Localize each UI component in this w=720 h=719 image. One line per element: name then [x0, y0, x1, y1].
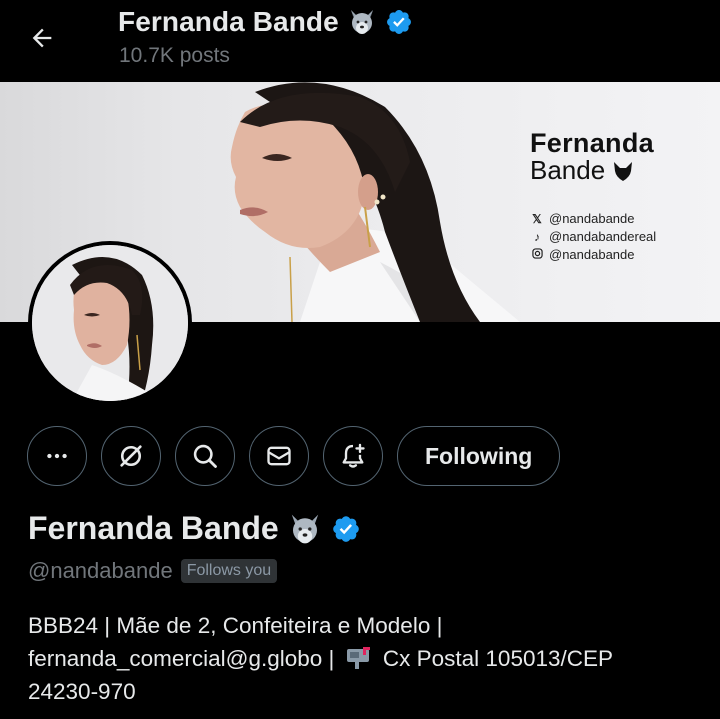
- avatar-portrait-image: [32, 245, 188, 401]
- profile-avatar[interactable]: [28, 241, 192, 405]
- banner-brand-last-name: Bande: [530, 155, 606, 185]
- banner-handle-text: @nandabandereal: [549, 229, 657, 244]
- banner-handle-row: ♪ @nandabandereal: [531, 228, 656, 246]
- bio-address-text: Cx Postal 105013/CEP: [376, 646, 614, 671]
- banner-handle-row: @nandabande: [531, 246, 656, 264]
- profile-name-row: Fernanda Bande: [28, 510, 361, 547]
- wolf-emoji-icon: [350, 10, 373, 34]
- profile-actions: Following: [27, 426, 561, 486]
- wolf-silhouette-icon: [614, 161, 633, 181]
- posts-count: 10.7K posts: [119, 44, 230, 67]
- header-name: Fernanda Bande: [118, 6, 339, 37]
- bio-email-text[interactable]: fernanda_comercial@g.globo |: [28, 646, 341, 671]
- more-options-button[interactable]: [27, 426, 87, 486]
- bell-plus-icon: [342, 443, 365, 468]
- more-dots-icon: [47, 453, 67, 459]
- profile-handle: @nandabande: [28, 558, 173, 583]
- banner-handle-text: @nandabande: [549, 211, 635, 226]
- x-logo-icon: 𝕏: [532, 212, 542, 226]
- verified-badge-icon: [386, 10, 411, 34]
- back-button[interactable]: [26, 22, 58, 54]
- follows-you-badge: Follows you: [180, 559, 278, 583]
- top-bar: Fernanda Bande 10.7K posts: [0, 0, 720, 82]
- profile-bio: BBB24 | Mãe de 2, Confeiteira e Modelo |…: [28, 609, 698, 708]
- arrow-left-icon: [32, 28, 52, 48]
- bio-line: BBB24 | Mãe de 2, Confeiteira e Modelo |: [28, 613, 443, 638]
- notifications-button[interactable]: [323, 426, 383, 486]
- mailbox-emoji-icon: [346, 647, 370, 669]
- search-icon: [193, 444, 217, 468]
- tiktok-icon: ♪: [534, 230, 540, 244]
- bio-line: 24230-970: [28, 679, 136, 704]
- bio-line: fernanda_comercial@g.globo | Cx Postal 1…: [28, 642, 698, 675]
- following-button[interactable]: Following: [397, 426, 561, 486]
- envelope-icon: [267, 446, 291, 466]
- grok-button[interactable]: [101, 426, 161, 486]
- verified-badge-icon: [332, 515, 359, 542]
- banner-social-handles: 𝕏 @nandabande ♪ @nandabandereal @nandaba…: [531, 210, 656, 264]
- wolf-emoji-icon: [291, 514, 318, 543]
- handle-row: @nandabande Follows you: [28, 558, 278, 584]
- search-profile-button[interactable]: [175, 426, 235, 486]
- header-name-row: Fernanda Bande: [118, 6, 413, 38]
- banner-brand-last-row: Bande: [530, 157, 654, 184]
- banner-brand: Fernanda Bande: [530, 130, 654, 184]
- message-button[interactable]: [249, 426, 309, 486]
- banner-handle-text: @nandabande: [549, 247, 635, 262]
- banner-brand-first-name: Fernanda: [530, 128, 654, 158]
- grok-icon: [120, 445, 142, 467]
- banner-handle-row: 𝕏 @nandabande: [531, 210, 656, 228]
- profile-name: Fernanda Bande: [28, 510, 279, 546]
- instagram-icon: [531, 246, 543, 264]
